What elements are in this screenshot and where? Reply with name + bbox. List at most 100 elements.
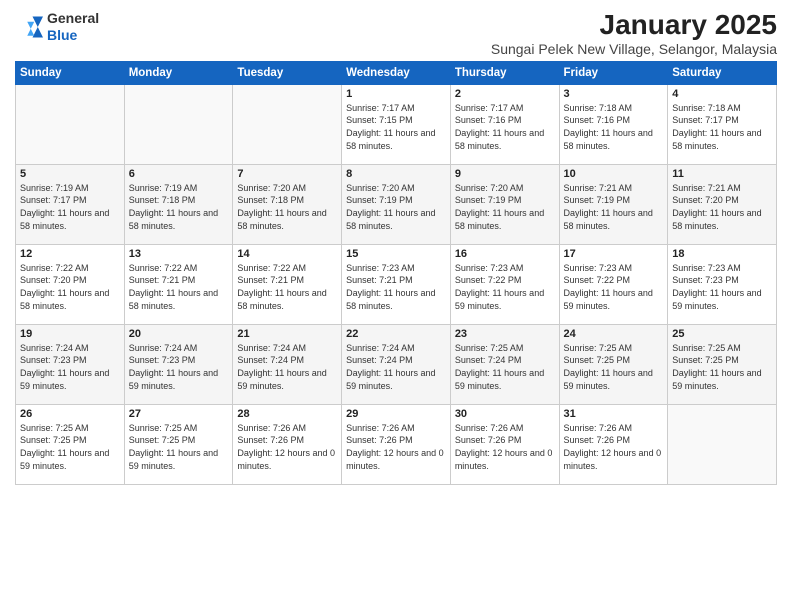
cell-content: Sunrise: 7:21 AM Sunset: 7:19 PM Dayligh…	[564, 182, 664, 232]
day-number: 28	[237, 408, 337, 420]
table-row: 19 Sunrise: 7:24 AM Sunset: 7:23 PM Dayli…	[16, 324, 125, 404]
table-row: 14 Sunrise: 7:22 AM Sunset: 7:21 PM Dayli…	[233, 244, 342, 324]
table-row: 25 Sunrise: 7:25 AM Sunset: 7:25 PM Dayli…	[668, 324, 777, 404]
calendar-week-row: 26Sunrise: 7:25 AM Sunset: 7:25 PM Dayli…	[16, 404, 777, 484]
table-row: 29 Sunrise: 7:26 AM Sunset: 7:26 PM Dayli…	[342, 404, 451, 484]
day-number: 30	[455, 408, 555, 420]
cell-content: Sunrise: 7:24 AM Sunset: 7:24 PM Dayligh…	[346, 342, 446, 392]
cell-content: Sunrise: 7:17 AM Sunset: 7:16 PM Dayligh…	[455, 102, 555, 152]
cell-content: Sunrise: 7:22 AM Sunset: 7:20 PM Dayligh…	[20, 262, 120, 312]
day-number: 22	[346, 328, 446, 340]
table-row: 9Sunrise: 7:20 AM Sunset: 7:19 PM Daylig…	[450, 164, 559, 244]
cell-content: Sunrise: 7:26 AM Sunset: 7:26 PM Dayligh…	[346, 422, 446, 472]
cell-content: Sunrise: 7:25 AM Sunset: 7:25 PM Dayligh…	[672, 342, 772, 392]
table-row	[668, 404, 777, 484]
day-number: 14	[237, 248, 337, 260]
day-number: 21	[237, 328, 337, 340]
cell-content: Sunrise: 7:24 AM Sunset: 7:23 PM Dayligh…	[20, 342, 120, 392]
table-row: 24Sunrise: 7:25 AM Sunset: 7:25 PM Dayli…	[559, 324, 668, 404]
title-block: January 2025 Sungai Pelek New Village, S…	[491, 10, 777, 57]
table-row: 5 Sunrise: 7:19 AM Sunset: 7:17 PM Daylig…	[16, 164, 125, 244]
table-row: 16 Sunrise: 7:23 AM Sunset: 7:22 PM Dayli…	[450, 244, 559, 324]
cell-content: Sunrise: 7:25 AM Sunset: 7:25 PM Dayligh…	[129, 422, 229, 472]
cell-content: Sunrise: 7:20 AM Sunset: 7:19 PM Dayligh…	[346, 182, 446, 232]
cell-content: Sunrise: 7:25 AM Sunset: 7:25 PM Dayligh…	[564, 342, 664, 392]
col-sunday: Sunday	[16, 61, 125, 84]
header-row: Sunday Monday Tuesday Wednesday Thursday…	[16, 61, 777, 84]
cell-content: Sunrise: 7:22 AM Sunset: 7:21 PM Dayligh…	[129, 262, 229, 312]
day-number: 31	[564, 408, 664, 420]
table-row: 22 Sunrise: 7:24 AM Sunset: 7:24 PM Dayli…	[342, 324, 451, 404]
page: General Blue January 2025 Sungai Pelek N…	[0, 0, 792, 612]
day-number: 19	[20, 328, 120, 340]
table-row: 17 Sunrise: 7:23 AM Sunset: 7:22 PM Dayli…	[559, 244, 668, 324]
cell-content: Sunrise: 7:18 AM Sunset: 7:17 PM Dayligh…	[672, 102, 772, 152]
day-number: 10	[564, 168, 664, 180]
header: General Blue January 2025 Sungai Pelek N…	[15, 10, 777, 57]
day-number: 5	[20, 168, 120, 180]
cell-content: Sunrise: 7:24 AM Sunset: 7:24 PM Dayligh…	[237, 342, 337, 392]
cell-content: Sunrise: 7:19 AM Sunset: 7:17 PM Dayligh…	[20, 182, 120, 232]
table-row: 27Sunrise: 7:25 AM Sunset: 7:25 PM Dayli…	[124, 404, 233, 484]
location-subtitle: Sungai Pelek New Village, Selangor, Mala…	[491, 41, 777, 57]
table-row	[16, 84, 125, 164]
cell-content: Sunrise: 7:23 AM Sunset: 7:21 PM Dayligh…	[346, 262, 446, 312]
day-number: 2	[455, 88, 555, 100]
month-title: January 2025	[491, 10, 777, 41]
col-thursday: Thursday	[450, 61, 559, 84]
day-number: 13	[129, 248, 229, 260]
logo-general: General	[47, 10, 99, 26]
cell-content: Sunrise: 7:23 AM Sunset: 7:23 PM Dayligh…	[672, 262, 772, 312]
table-row: 10 Sunrise: 7:21 AM Sunset: 7:19 PM Dayli…	[559, 164, 668, 244]
table-row: 1 Sunrise: 7:17 AM Sunset: 7:15 PM Daylig…	[342, 84, 451, 164]
table-row: 8 Sunrise: 7:20 AM Sunset: 7:19 PM Daylig…	[342, 164, 451, 244]
day-number: 20	[129, 328, 229, 340]
table-row: 30 Sunrise: 7:26 AM Sunset: 7:26 PM Dayli…	[450, 404, 559, 484]
day-number: 15	[346, 248, 446, 260]
day-number: 6	[129, 168, 229, 180]
logo: General Blue	[15, 10, 99, 44]
cell-content: Sunrise: 7:22 AM Sunset: 7:21 PM Dayligh…	[237, 262, 337, 312]
table-row: 15 Sunrise: 7:23 AM Sunset: 7:21 PM Dayli…	[342, 244, 451, 324]
table-row: 12 Sunrise: 7:22 AM Sunset: 7:20 PM Dayli…	[16, 244, 125, 324]
col-monday: Monday	[124, 61, 233, 84]
table-row	[233, 84, 342, 164]
cell-content: Sunrise: 7:25 AM Sunset: 7:24 PM Dayligh…	[455, 342, 555, 392]
day-number: 29	[346, 408, 446, 420]
table-row: 20Sunrise: 7:24 AM Sunset: 7:23 PM Dayli…	[124, 324, 233, 404]
day-number: 3	[564, 88, 664, 100]
calendar-week-row: 19 Sunrise: 7:24 AM Sunset: 7:23 PM Dayli…	[16, 324, 777, 404]
cell-content: Sunrise: 7:20 AM Sunset: 7:19 PM Dayligh…	[455, 182, 555, 232]
table-row: 21 Sunrise: 7:24 AM Sunset: 7:24 PM Dayli…	[233, 324, 342, 404]
cell-content: Sunrise: 7:23 AM Sunset: 7:22 PM Dayligh…	[455, 262, 555, 312]
calendar-week-row: 1 Sunrise: 7:17 AM Sunset: 7:15 PM Daylig…	[16, 84, 777, 164]
cell-content: Sunrise: 7:26 AM Sunset: 7:26 PM Dayligh…	[564, 422, 664, 472]
table-row: 4 Sunrise: 7:18 AM Sunset: 7:17 PM Daylig…	[668, 84, 777, 164]
day-number: 18	[672, 248, 772, 260]
cell-content: Sunrise: 7:26 AM Sunset: 7:26 PM Dayligh…	[455, 422, 555, 472]
day-number: 16	[455, 248, 555, 260]
table-row: 26Sunrise: 7:25 AM Sunset: 7:25 PM Dayli…	[16, 404, 125, 484]
cell-content: Sunrise: 7:23 AM Sunset: 7:22 PM Dayligh…	[564, 262, 664, 312]
col-tuesday: Tuesday	[233, 61, 342, 84]
day-number: 4	[672, 88, 772, 100]
calendar-table: Sunday Monday Tuesday Wednesday Thursday…	[15, 61, 777, 485]
logo-icon	[15, 13, 43, 41]
table-row: 7Sunrise: 7:20 AM Sunset: 7:18 PM Daylig…	[233, 164, 342, 244]
day-number: 8	[346, 168, 446, 180]
calendar-week-row: 5 Sunrise: 7:19 AM Sunset: 7:17 PM Daylig…	[16, 164, 777, 244]
table-row: 11Sunrise: 7:21 AM Sunset: 7:20 PM Dayli…	[668, 164, 777, 244]
day-number: 25	[672, 328, 772, 340]
cell-content: Sunrise: 7:17 AM Sunset: 7:15 PM Dayligh…	[346, 102, 446, 152]
logo-text: General Blue	[47, 10, 99, 44]
cell-content: Sunrise: 7:25 AM Sunset: 7:25 PM Dayligh…	[20, 422, 120, 472]
day-number: 1	[346, 88, 446, 100]
day-number: 23	[455, 328, 555, 340]
table-row: 3Sunrise: 7:18 AM Sunset: 7:16 PM Daylig…	[559, 84, 668, 164]
table-row: 2 Sunrise: 7:17 AM Sunset: 7:16 PM Daylig…	[450, 84, 559, 164]
logo-blue: Blue	[47, 27, 77, 43]
table-row: 31 Sunrise: 7:26 AM Sunset: 7:26 PM Dayli…	[559, 404, 668, 484]
day-number: 17	[564, 248, 664, 260]
day-number: 12	[20, 248, 120, 260]
calendar-week-row: 12 Sunrise: 7:22 AM Sunset: 7:20 PM Dayli…	[16, 244, 777, 324]
